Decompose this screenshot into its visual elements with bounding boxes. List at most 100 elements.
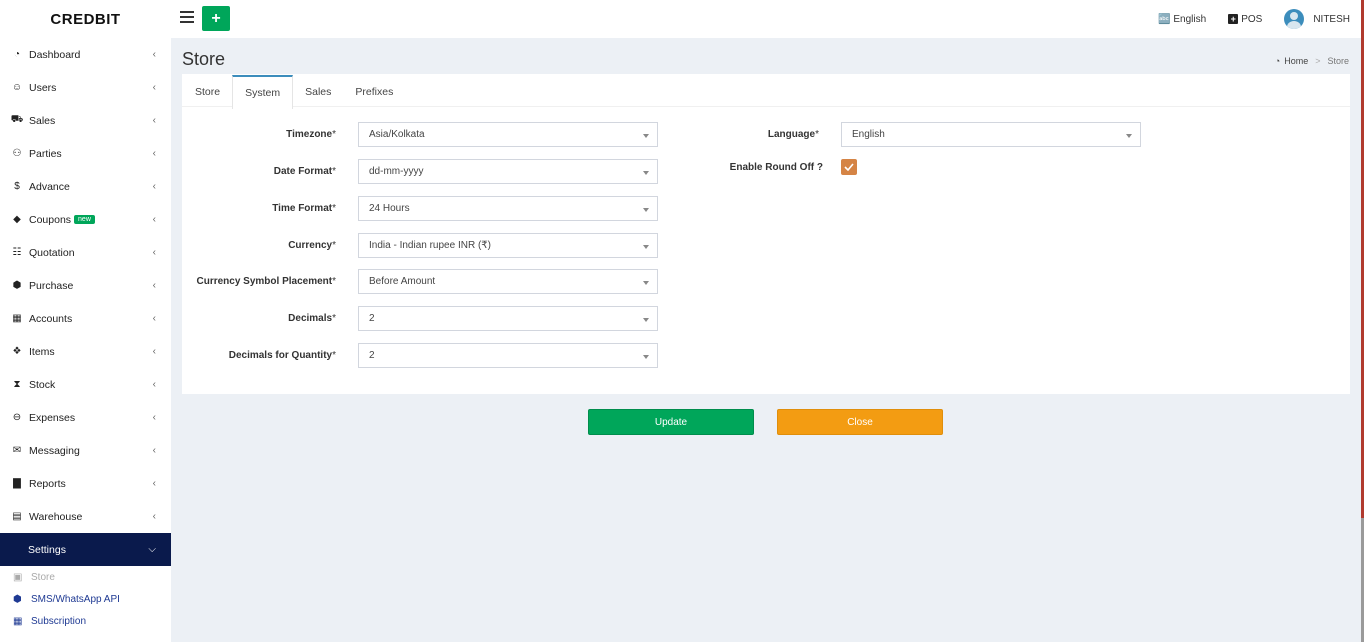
sidebar-item-label: Accounts <box>29 312 73 325</box>
chevron-left-icon: ‹ <box>152 82 156 93</box>
decimals-quantity-label: Decimals for Quantity* <box>228 350 336 361</box>
chevron-left-icon: ‹ <box>152 115 156 126</box>
chevron-left-icon: ‹ <box>152 148 156 159</box>
timezone-select[interactable]: Asia/Kolkata <box>358 122 658 147</box>
chevron-down-icon: ⌵ <box>148 544 156 555</box>
date-format-select[interactable]: dd-mm-yyyy <box>358 159 658 184</box>
sidebar-item-messaging[interactable]: ✉ Messaging ‹ <box>0 434 171 467</box>
sidebar-item-label: Items <box>29 345 55 358</box>
round-off-checkbox[interactable] <box>841 159 857 175</box>
menu-toggle-icon[interactable] <box>180 11 194 25</box>
language-select[interactable]: English <box>841 122 1141 147</box>
sidebar-subitem-sms-whatsapp-api[interactable]: ⬢ SMS/WhatsApp API <box>0 588 171 610</box>
sidebar-item-parties[interactable]: ⚇ Parties ‹ <box>0 137 171 170</box>
sidebar-item-users[interactable]: ☺ Users ‹ <box>0 71 171 104</box>
decimals-label: Decimals* <box>288 313 336 324</box>
sidebar-subitem-label: Subscription <box>31 615 87 627</box>
new-badge: new <box>74 215 95 224</box>
user-plus-icon: ☺ <box>11 82 23 93</box>
currency-placement-select[interactable]: Before Amount <box>358 269 658 294</box>
top-navbar: CREDBIT + 🔤 English + POS NITESH <box>0 0 1364 38</box>
caret-down-icon <box>643 134 649 138</box>
quick-add-button[interactable]: + <box>202 6 230 31</box>
update-button[interactable]: Update <box>588 409 754 435</box>
dashboard-icon: ◔ <box>1274 56 1281 66</box>
user-name: NITESH <box>1313 13 1350 25</box>
chevron-left-icon: ‹ <box>152 346 156 357</box>
chevron-left-icon: ‹ <box>152 313 156 324</box>
sidebar-item-items[interactable]: ❖ Items ‹ <box>0 335 171 368</box>
date-format-label: Date Format* <box>273 166 336 177</box>
sidebar-item-accounts[interactable]: ▦ Accounts ‹ <box>0 302 171 335</box>
brand-logo[interactable]: CREDBIT <box>0 0 171 38</box>
sidebar-item-warehouse[interactable]: ▤ Warehouse ‹ <box>0 500 171 533</box>
decimals-quantity-select[interactable]: 2 <box>358 343 658 368</box>
language-label: Language* <box>767 129 819 140</box>
sidebar-item-label: Sales <box>29 114 56 127</box>
decimals-quantity-row: Decimals for Quantity* 2 <box>204 343 658 368</box>
sidebar-item-label: Coupons <box>29 213 72 226</box>
tab-system[interactable]: System <box>232 75 294 109</box>
sidebar-subitem-store[interactable]: ▣ Store <box>0 566 171 588</box>
sidebar-item-sales[interactable]: ⛟ Sales ‹ <box>0 104 171 137</box>
plus-square-icon: + <box>1228 14 1239 24</box>
currency-placement-row: Currency Symbol Placement* Before Amount <box>182 269 658 294</box>
sidebar-subitem-subscription[interactable]: ▦ Subscription <box>0 610 171 632</box>
sidebar-item-label: Messaging <box>29 444 80 457</box>
sidebar-item-reports[interactable]: ▇ Reports ‹ <box>0 467 171 500</box>
chevron-left-icon: ‹ <box>152 280 156 291</box>
close-button[interactable]: Close <box>777 409 943 435</box>
briefcase-icon: ▣ <box>13 571 23 583</box>
sidebar-item-quotation[interactable]: ☷ Quotation ‹ <box>0 236 171 269</box>
breadcrumb: ◔ Home > Store <box>1275 56 1349 66</box>
sidebar-item-label: Purchase <box>29 279 74 292</box>
chevron-left-icon: ‹ <box>152 214 156 225</box>
pos-label: POS <box>1241 13 1263 25</box>
sidebar-item-label: Reports <box>29 477 66 490</box>
currency-select[interactable]: India - Indian rupee INR (₹) <box>358 233 658 258</box>
building-icon: ▤ <box>12 511 22 522</box>
chevron-left-icon: ‹ <box>152 49 156 60</box>
dollar-icon: $ <box>14 181 20 192</box>
tab-store[interactable]: Store <box>183 75 232 108</box>
calendar-icon: ▦ <box>13 615 23 627</box>
sidebar-item-coupons[interactable]: ◆ Coupons new ‹ <box>0 203 171 236</box>
date-format-row: Date Format* dd-mm-yyyy <box>204 159 658 184</box>
user-menu[interactable]: NITESH <box>1284 9 1350 29</box>
sidebar-item-label: Stock <box>29 378 56 391</box>
sidebar-item-label: Expenses <box>29 411 76 424</box>
chevron-left-icon: ‹ <box>152 412 156 423</box>
chevron-left-icon: ‹ <box>152 247 156 258</box>
sidebar-item-label: Parties <box>29 147 62 160</box>
breadcrumb-home[interactable]: Home <box>1284 56 1308 66</box>
sidebar-item-stock[interactable]: ⧗ Stock ‹ <box>0 368 171 401</box>
sidebar-item-label: Quotation <box>29 246 75 259</box>
sidebar-item-settings[interactable]: Settings ⌵ <box>0 533 171 566</box>
sidebar-item-advance[interactable]: $ Advance ‹ <box>0 170 171 203</box>
calendar-plus-icon: ☷ <box>12 247 22 258</box>
tag-icon: ◆ <box>13 214 21 225</box>
chevron-left-icon: ‹ <box>152 511 156 522</box>
decimals-select[interactable]: 2 <box>358 306 658 331</box>
sidebar: ◔ Dashboard ‹ ☺ Users ‹ ⛟ Sales ‹ ⚇ Parties ‹ $ Advan… <box>0 38 171 642</box>
sidebar-item-expenses[interactable]: ⊖ Expenses ‹ <box>0 401 171 434</box>
chevron-left-icon: ‹ <box>152 478 156 489</box>
sidebar-subitem-label: SMS/WhatsApp API <box>31 593 120 605</box>
timezone-row: Timezone* Asia/Kolkata <box>204 122 658 147</box>
pos-link[interactable]: + POS <box>1228 14 1262 25</box>
sidebar-item-label: Advance <box>29 180 70 193</box>
sidebar-item-purchase[interactable]: ⬢ Purchase ‹ <box>0 269 171 302</box>
avatar <box>1284 9 1305 29</box>
language-label: English <box>1173 13 1207 25</box>
time-format-label: Time Format* <box>272 203 336 214</box>
language-row: Language* English <box>687 122 1141 147</box>
tab-sales[interactable]: Sales <box>293 75 343 108</box>
tab-prefixes[interactable]: Prefixes <box>343 75 405 108</box>
minus-circle-icon: ⊖ <box>12 412 22 423</box>
envelope-icon: ✉ <box>12 445 22 456</box>
chevron-left-icon: ‹ <box>152 445 156 456</box>
time-format-select[interactable]: 24 Hours <box>358 196 658 221</box>
sidebar-item-label: Settings <box>28 543 66 556</box>
sidebar-item-dashboard[interactable]: ◔ Dashboard ‹ <box>0 38 171 71</box>
language-switcher[interactable]: 🔤 English <box>1158 14 1206 25</box>
